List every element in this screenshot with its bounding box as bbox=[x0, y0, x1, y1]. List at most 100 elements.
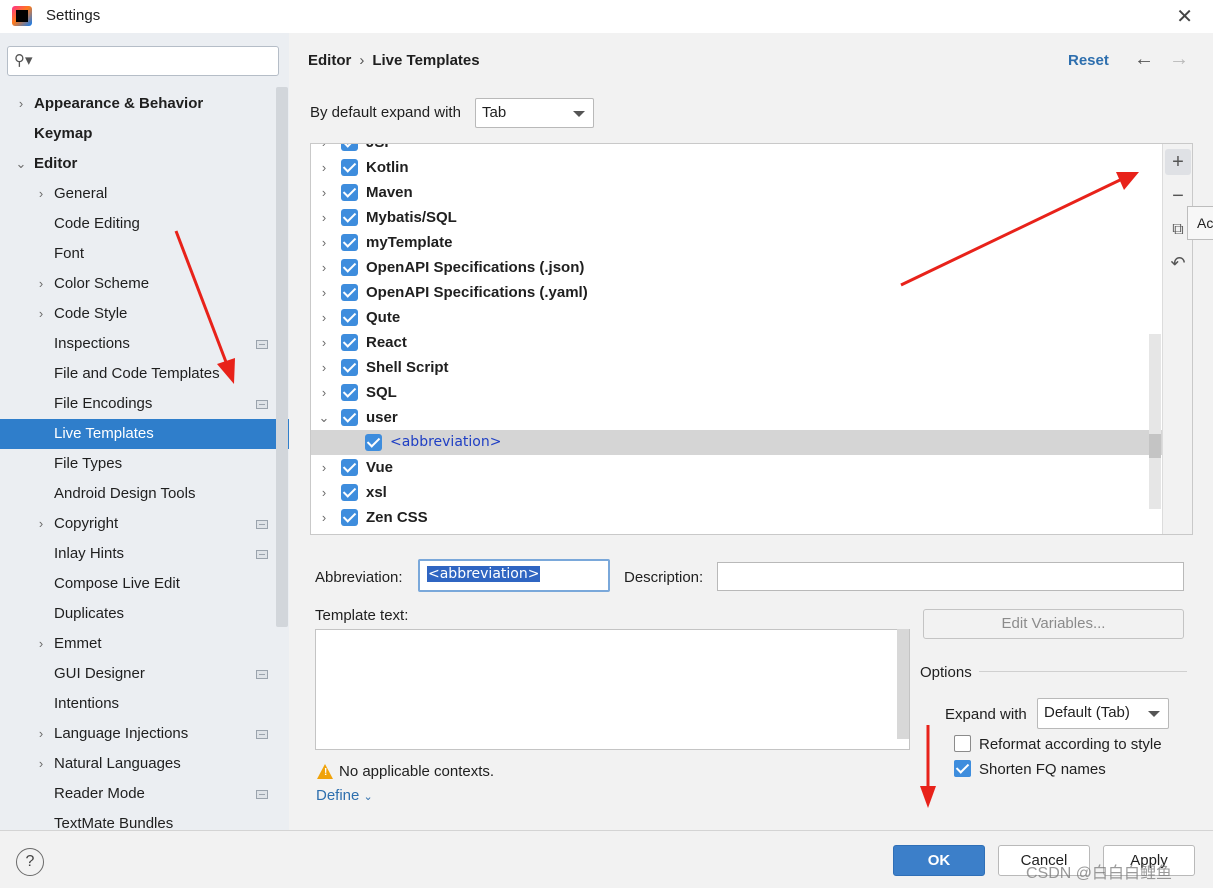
template-checkbox[interactable] bbox=[341, 409, 358, 426]
chevron-right-icon[interactable]: › bbox=[34, 629, 48, 659]
sidebar-item-language-injections[interactable]: › Language Injections bbox=[0, 719, 289, 749]
template-group-row[interactable]: › SQL bbox=[311, 380, 1162, 405]
template-text-editor[interactable] bbox=[315, 629, 910, 750]
back-arrow-icon[interactable]: ← bbox=[1134, 48, 1154, 71]
template-group-row[interactable]: › Maven bbox=[311, 180, 1162, 205]
template-group-row[interactable]: › Vue bbox=[311, 455, 1162, 480]
sidebar-item-font[interactable]: Font bbox=[0, 239, 289, 269]
template-group-row[interactable]: › Kotlin bbox=[311, 155, 1162, 180]
chevron-right-icon[interactable]: › bbox=[317, 180, 331, 205]
sidebar-item-compose-live-edit[interactable]: Compose Live Edit bbox=[0, 569, 289, 599]
template-group-row[interactable]: › myTemplate bbox=[311, 230, 1162, 255]
reformat-checkbox[interactable] bbox=[954, 735, 971, 752]
expand-with-select[interactable]: Default (Tab) bbox=[1037, 698, 1169, 729]
tree-scrollbar-thumb[interactable] bbox=[1149, 434, 1161, 458]
sidebar-item-keymap[interactable]: Keymap bbox=[0, 119, 289, 149]
chevron-right-icon[interactable]: › bbox=[317, 380, 331, 405]
template-checkbox[interactable] bbox=[341, 359, 358, 376]
chevron-right-icon[interactable]: › bbox=[317, 155, 331, 180]
breadcrumb-editor[interactable]: Editor bbox=[308, 52, 351, 69]
settings-search[interactable]: ⚲▾ bbox=[7, 46, 279, 76]
chevron-down-icon[interactable]: ⌄ bbox=[14, 149, 28, 179]
template-checkbox[interactable] bbox=[365, 434, 382, 451]
chevron-right-icon[interactable]: › bbox=[14, 89, 28, 119]
template-text-scrollbar[interactable] bbox=[897, 629, 909, 739]
chevron-right-icon[interactable]: › bbox=[317, 455, 331, 480]
template-group-row[interactable]: › Mybatis/SQL bbox=[311, 205, 1162, 230]
template-checkbox[interactable] bbox=[341, 184, 358, 201]
template-group-row[interactable]: › Shell Script bbox=[311, 355, 1162, 380]
sidebar-item-file-encodings[interactable]: File Encodings bbox=[0, 389, 289, 419]
sidebar-item-reader-mode[interactable]: Reader Mode bbox=[0, 779, 289, 809]
chevron-right-icon[interactable]: › bbox=[34, 719, 48, 749]
define-context-link[interactable]: Define ⌄ bbox=[316, 787, 373, 804]
reformat-label[interactable]: Reformat according to style bbox=[979, 736, 1162, 753]
sidebar-item-file-and-code-templates[interactable]: File and Code Templates bbox=[0, 359, 289, 389]
template-checkbox[interactable] bbox=[341, 284, 358, 301]
sidebar-item-inspections[interactable]: Inspections bbox=[0, 329, 289, 359]
sidebar-item-code-editing[interactable]: Code Editing bbox=[0, 209, 289, 239]
template-group-row[interactable]: ⌄ user bbox=[311, 405, 1162, 430]
template-group-row[interactable]: › JSP bbox=[311, 144, 1162, 155]
forward-arrow-icon[interactable]: → bbox=[1169, 48, 1189, 71]
chevron-right-icon[interactable]: › bbox=[317, 330, 331, 355]
chevron-down-icon[interactable]: ⌄ bbox=[317, 405, 331, 430]
chevron-right-icon[interactable]: › bbox=[317, 230, 331, 255]
sidebar-item-editor[interactable]: ⌄ Editor bbox=[0, 149, 289, 179]
undo-icon[interactable]: ↶ bbox=[1165, 250, 1191, 276]
tree-scrollbar[interactable] bbox=[1149, 334, 1161, 509]
default-expand-select[interactable]: Tab bbox=[475, 98, 594, 128]
chevron-right-icon[interactable]: › bbox=[317, 355, 331, 380]
chevron-right-icon[interactable]: › bbox=[317, 205, 331, 230]
chevron-right-icon[interactable]: › bbox=[34, 269, 48, 299]
template-checkbox[interactable] bbox=[341, 309, 358, 326]
shorten-fq-checkbox[interactable] bbox=[954, 760, 971, 777]
sidebar-item-code-style[interactable]: › Code Style bbox=[0, 299, 289, 329]
template-group-row[interactable]: › Zen CSS bbox=[311, 505, 1162, 530]
reset-link[interactable]: Reset bbox=[1068, 52, 1109, 69]
sidebar-item-color-scheme[interactable]: › Color Scheme bbox=[0, 269, 289, 299]
chevron-right-icon[interactable]: › bbox=[317, 255, 331, 280]
search-input[interactable] bbox=[40, 51, 270, 71]
template-checkbox[interactable] bbox=[341, 384, 358, 401]
close-icon[interactable]: ✕ bbox=[1176, 4, 1193, 29]
chevron-right-icon[interactable]: › bbox=[34, 509, 48, 539]
ok-button[interactable]: OK bbox=[893, 845, 985, 876]
chevron-right-icon[interactable]: › bbox=[317, 505, 331, 530]
sidebar-item-intentions[interactable]: Intentions bbox=[0, 689, 289, 719]
add-icon[interactable]: + bbox=[1165, 149, 1191, 175]
chevron-right-icon[interactable]: › bbox=[34, 299, 48, 329]
sidebar-item-general[interactable]: › General bbox=[0, 179, 289, 209]
define-label[interactable]: Define bbox=[316, 787, 359, 804]
sidebar-item-live-templates[interactable]: Live Templates bbox=[0, 419, 289, 449]
template-checkbox[interactable] bbox=[341, 159, 358, 176]
template-checkbox[interactable] bbox=[341, 334, 358, 351]
sidebar-item-textmate-bundles[interactable]: TextMate Bundles bbox=[0, 809, 289, 830]
template-row[interactable]: <abbreviation> bbox=[311, 430, 1162, 455]
chevron-right-icon[interactable]: › bbox=[317, 480, 331, 505]
template-group-row[interactable]: › OpenAPI Specifications (.json) bbox=[311, 255, 1162, 280]
template-checkbox[interactable] bbox=[341, 459, 358, 476]
sidebar-item-inlay-hints[interactable]: Inlay Hints bbox=[0, 539, 289, 569]
chevron-right-icon[interactable]: › bbox=[317, 305, 331, 330]
abbreviation-field[interactable]: <abbreviation> bbox=[418, 559, 610, 592]
sidebar-item-emmet[interactable]: › Emmet bbox=[0, 629, 289, 659]
sidebar-item-copyright[interactable]: › Copyright bbox=[0, 509, 289, 539]
sidebar-item-natural-languages[interactable]: › Natural Languages bbox=[0, 749, 289, 779]
chevron-right-icon[interactable]: › bbox=[34, 749, 48, 779]
sidebar-item-appearance-behavior[interactable]: › Appearance & Behavior bbox=[0, 89, 289, 119]
help-icon[interactable]: ? bbox=[16, 848, 44, 876]
chevron-right-icon[interactable]: › bbox=[317, 280, 331, 305]
chevron-right-icon[interactable]: › bbox=[34, 179, 48, 209]
sidebar-item-file-types[interactable]: File Types bbox=[0, 449, 289, 479]
chevron-right-icon[interactable]: › bbox=[317, 144, 331, 155]
template-group-row[interactable]: › React bbox=[311, 330, 1162, 355]
sidebar-item-android-design-tools[interactable]: Android Design Tools bbox=[0, 479, 289, 509]
sidebar-item-gui-designer[interactable]: GUI Designer bbox=[0, 659, 289, 689]
template-checkbox[interactable] bbox=[341, 484, 358, 501]
template-checkbox[interactable] bbox=[341, 509, 358, 526]
template-group-row[interactable]: › xsl bbox=[311, 480, 1162, 505]
sidebar-scrollbar[interactable] bbox=[276, 87, 288, 627]
template-checkbox[interactable] bbox=[341, 209, 358, 226]
template-checkbox[interactable] bbox=[341, 234, 358, 251]
